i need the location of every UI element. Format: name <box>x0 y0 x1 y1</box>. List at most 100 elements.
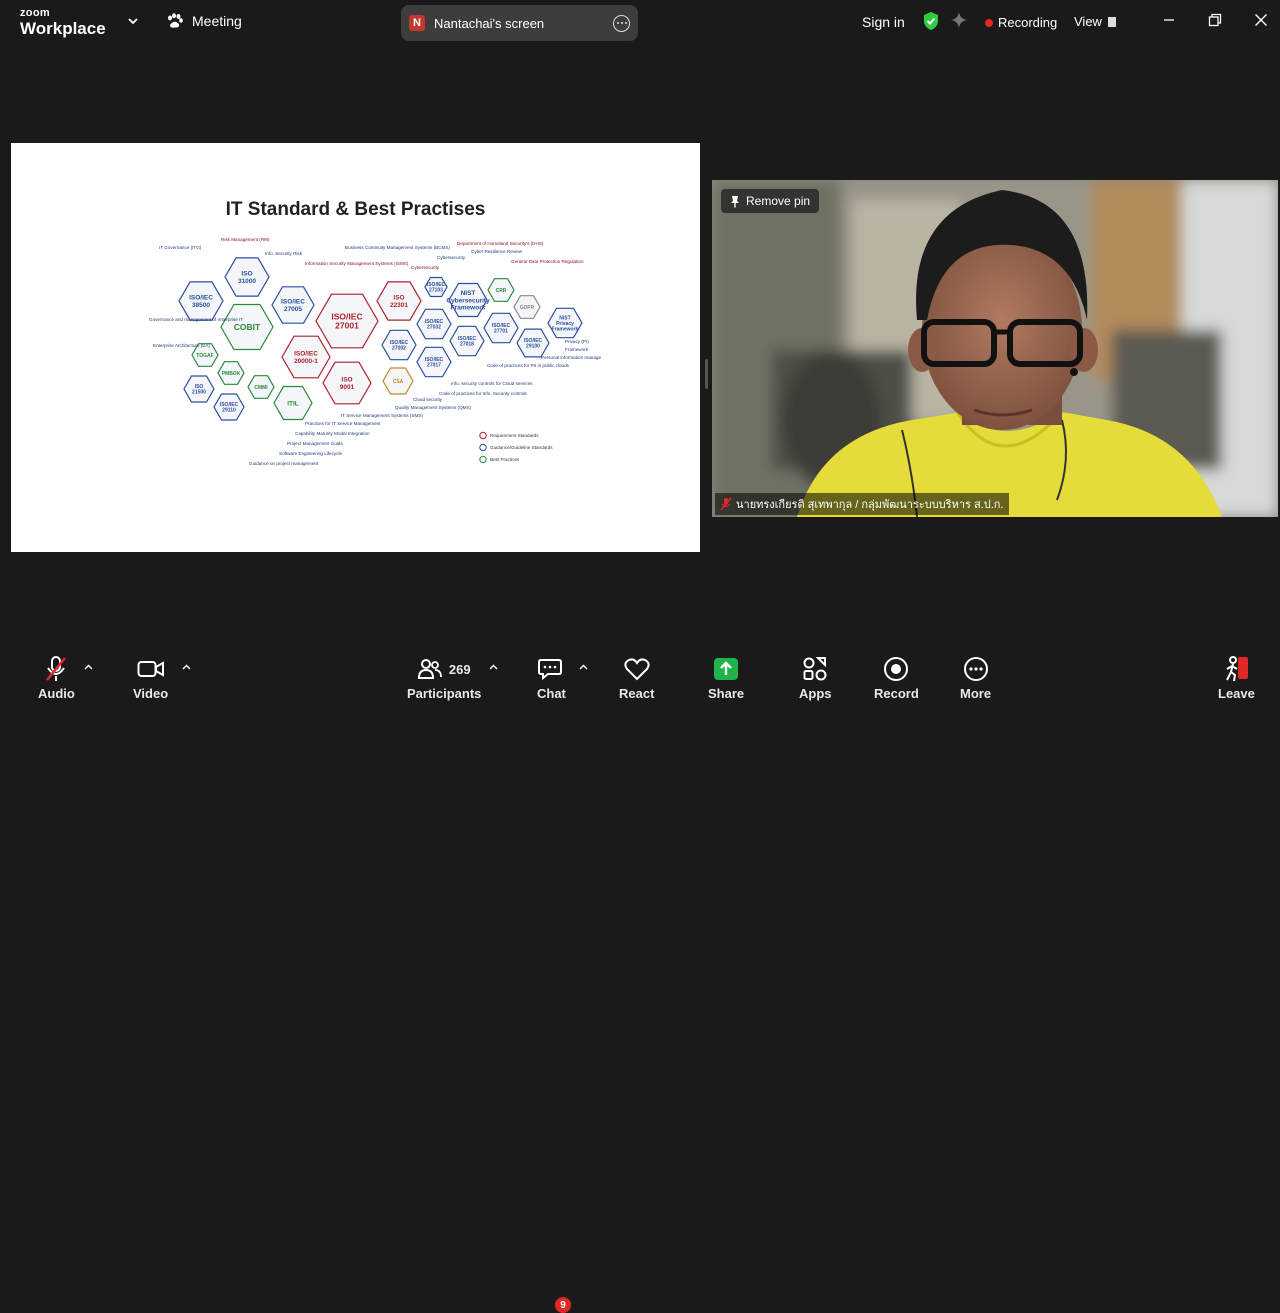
share-button[interactable]: Share <box>708 654 744 701</box>
restore-icon[interactable] <box>1207 12 1223 28</box>
hex-csa: CSA <box>382 367 414 395</box>
diagram-annotation: Cybersecurity <box>437 255 466 260</box>
share-screen-icon <box>714 658 739 680</box>
diagram-annotation: Code of practices for PII in public clou… <box>487 363 570 368</box>
svg-text:CSA: CSA <box>393 379 404 385</box>
svg-text:TOGAF: TOGAF <box>196 353 213 359</box>
apps-label: Apps <box>799 686 832 701</box>
shield-check-icon[interactable] <box>922 11 940 31</box>
record-button[interactable]: Record <box>874 654 919 701</box>
hex-pmbok: PMBOK <box>217 361 245 385</box>
svg-text:ISO/IEC: ISO/IEC <box>189 295 213 302</box>
svg-text:NIST: NIST <box>461 290 476 297</box>
audio-button[interactable]: Audio <box>38 654 75 701</box>
svg-text:GDPR: GDPR <box>520 305 535 311</box>
react-label: React <box>619 686 655 701</box>
hex-isoiec-27032: ISO/IEC27032 <box>416 308 452 340</box>
meeting-stage: IT Standard & Best Practises ISO 31000 ISO… <box>0 46 1280 644</box>
diagram-annotation: Framework <box>565 347 589 352</box>
meeting-menu[interactable]: Meeting <box>166 13 242 29</box>
leave-button[interactable]: Leave <box>1218 654 1255 701</box>
recording-label: Recording <box>998 15 1058 30</box>
diagram-annotation: Privacy (PI) <box>565 339 589 344</box>
diagram-annotation: IT Governance (ITG) <box>159 245 202 250</box>
diagram-annotation: Cyber Resilience Review <box>471 249 523 254</box>
view-label: View <box>1074 14 1102 29</box>
video-label: Video <box>133 686 169 701</box>
diagram-annotation: Cloud security <box>413 397 443 402</box>
pin-icon <box>731 195 739 207</box>
svg-text:38500: 38500 <box>192 302 210 309</box>
close-icon[interactable] <box>1253 12 1269 28</box>
ai-sparkle-icon[interactable] <box>950 11 968 29</box>
svg-text:ISO/IEC: ISO/IEC <box>281 299 305 306</box>
hex-isoiec-27017: ISO/IEC27017 <box>416 346 452 378</box>
view-layout-icon <box>1107 16 1116 27</box>
chat-caret-icon[interactable] <box>579 664 588 670</box>
svg-text:27103: 27103 <box>429 288 443 294</box>
legend-label: Best Practices <box>490 457 520 462</box>
participants-button[interactable]: 269 Participants <box>407 654 481 701</box>
screen-share-pill[interactable]: N Nantachai's screen <box>401 5 638 41</box>
diagram-annotation: Capability Maturity Model Integration <box>295 431 370 436</box>
diagram-annotation: Quality Management Systems (QMS) <box>395 405 472 410</box>
meeting-toolbar: Audio Video 269 Participants Chat 9 Reac… <box>0 644 1280 1313</box>
video-button[interactable]: Video <box>133 654 168 701</box>
chat-button[interactable]: Chat <box>537 654 566 701</box>
video-caret-icon[interactable] <box>182 664 191 670</box>
resize-splitter[interactable] <box>705 359 708 389</box>
diagram-annotation: Department of Homeland Security's (DHS) <box>457 241 544 246</box>
legend-label: Guidance/Guideline Standards <box>490 445 553 450</box>
diagram-annotation: Guidance on project management <box>249 461 319 466</box>
diagram-annotation: Software Engineering Lifecycle <box>279 451 343 456</box>
svg-text:27701: 27701 <box>494 329 508 335</box>
chat-icon <box>538 659 563 681</box>
hex-isoiec-27002: ISO/IEC27002 <box>381 329 417 361</box>
legend-label: Requirement Standards <box>490 433 539 438</box>
pinned-video-tile[interactable]: Remove pin นายทรงเกียรติ สุเทพากุล / กลุ… <box>712 180 1278 517</box>
participant-name-tag: นายทรงเกียรติ สุเทพากุล / กลุ่มพัฒนาระบบ… <box>715 493 1009 515</box>
legend-swatch <box>479 443 487 452</box>
hex-isoiec-27001: ISO/IEC27001 <box>315 293 379 349</box>
participants-caret-icon[interactable] <box>489 664 498 670</box>
leave-label: Leave <box>1218 686 1255 701</box>
sign-in-link[interactable]: Sign in <box>862 14 905 30</box>
view-menu[interactable]: View <box>1074 14 1116 29</box>
audio-caret-icon[interactable] <box>84 664 93 670</box>
sharer-avatar: N <box>409 15 425 31</box>
participant-name: นายทรงเกียรติ สุเทพากุล / กลุ่มพัฒนาระบบ… <box>736 499 1004 511</box>
svg-text:ISO: ISO <box>341 377 352 384</box>
apps-button[interactable]: Apps <box>799 654 832 701</box>
record-icon <box>884 657 909 681</box>
remove-pin-button[interactable]: Remove pin <box>721 189 820 213</box>
recording-indicator[interactable]: Recording <box>985 15 1057 30</box>
participants-icon <box>417 659 442 679</box>
zoom-workplace-logo[interactable]: zoom Workplace <box>20 8 106 38</box>
diagram-annotation: Governance and management of enterprise … <box>149 317 243 322</box>
chevron-down-icon[interactable] <box>126 14 140 28</box>
hex-cobit: COBIT <box>220 303 274 351</box>
react-button[interactable]: React <box>619 654 654 701</box>
hex-iso-22301: ISO22301 <box>376 281 422 321</box>
diagram-annotation: Info. Security Risk <box>265 251 303 256</box>
diagram-annotation: Code of practices for Info. Security con… <box>439 391 528 396</box>
more-options-icon[interactable] <box>613 14 630 32</box>
participants-label: Participants <box>407 686 482 701</box>
hex-isoiec-38500: ISO/IEC38500 <box>178 281 224 321</box>
svg-text:ITIL: ITIL <box>287 400 299 407</box>
record-label: Record <box>874 686 919 701</box>
minimize-icon[interactable] <box>1161 12 1177 28</box>
paw-icon <box>168 13 183 28</box>
hex-nist-privacy-framework: NISTPrivacyFramework <box>547 307 583 339</box>
hex-iso-21500: ISO21500 <box>183 375 215 403</box>
svg-text:27002: 27002 <box>392 346 406 352</box>
diagram-annotation: Business Continuity Management Systems (… <box>345 245 450 250</box>
more-button[interactable]: More <box>960 654 991 701</box>
recording-dot-icon <box>985 18 993 27</box>
meeting-label: Meeting <box>192 13 242 29</box>
svg-text:20000-1: 20000-1 <box>294 358 318 365</box>
participants-count: 269 <box>448 661 471 677</box>
legend-swatch <box>479 431 487 440</box>
chat-label: Chat <box>537 686 566 701</box>
svg-text:27017: 27017 <box>427 363 441 369</box>
